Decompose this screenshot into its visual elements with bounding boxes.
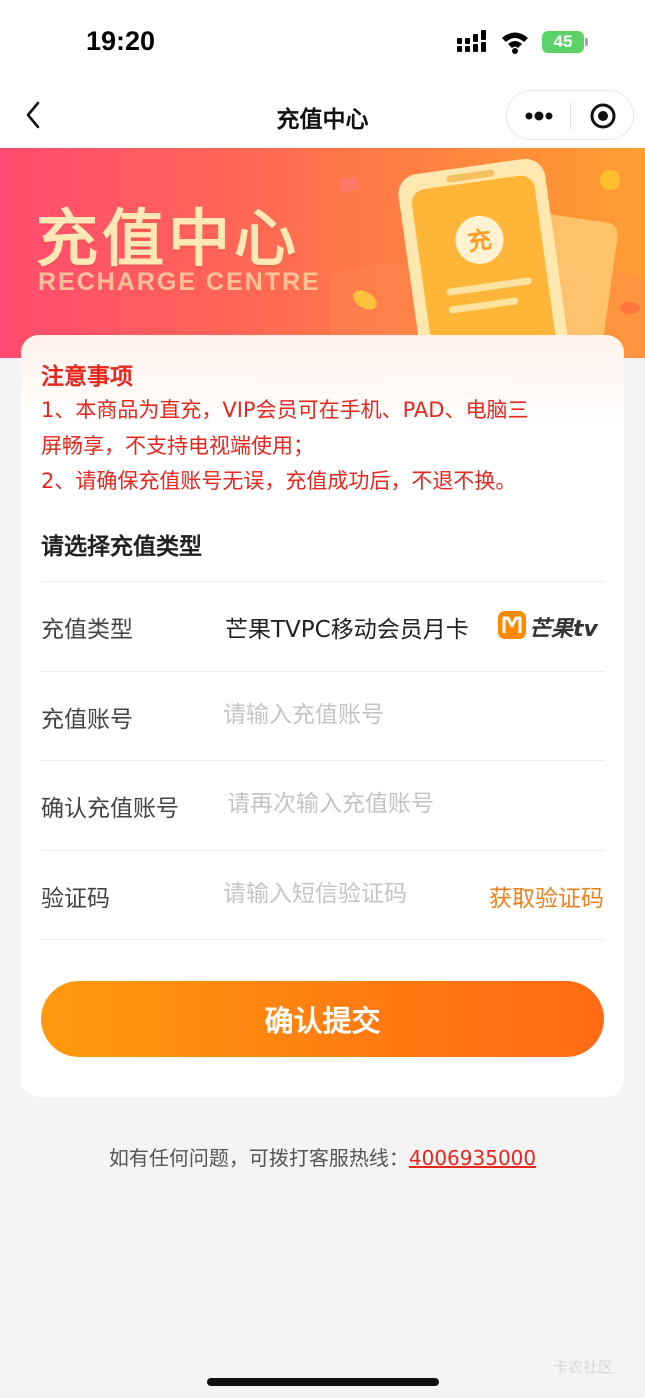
verification-code-input[interactable] [223, 871, 463, 917]
hotline-number-link[interactable]: 4006935000 [409, 1146, 536, 1170]
section-title: 请选择充值类型 [41, 534, 202, 560]
wifi-icon [502, 32, 528, 54]
account-label: 充值账号 [41, 707, 133, 733]
nav-bar: 充值中心 [0, 86, 645, 148]
recharge-type-row[interactable]: 充值类型 芒果TVPC移动会员月卡 芒果tv [41, 581, 604, 671]
recharge-card: 注意事项 1、本商品为直充，VIP会员可在手机、PAD、电脑三 屏畅享，不支持电… [21, 335, 624, 1097]
phone-illustration: 充 [330, 158, 645, 358]
hotline: 如有任何问题，可拨打客服热线：4006935000 [0, 1142, 645, 1171]
recharge-type-label: 充值类型 [41, 617, 133, 643]
verification-code-label: 验证码 [41, 886, 110, 912]
battery-icon: 45 [542, 31, 584, 53]
confirm-account-input[interactable] [227, 781, 587, 827]
confirm-account-row: 确认充值账号 [41, 760, 604, 850]
banner-title: 充值中心 [36, 202, 301, 275]
status-bar: 19:20 45 [0, 0, 645, 86]
home-indicator [207, 1378, 439, 1386]
brand-logo-text: 芒果tv [529, 617, 599, 642]
account-input[interactable] [223, 692, 583, 738]
banner: 充值中心 RECHARGE CENTRE 充 [0, 148, 645, 358]
divider [41, 939, 604, 940]
confirm-account-label: 确认充值账号 [41, 796, 179, 822]
cellular-signal-icon [457, 30, 486, 52]
notice-line: 1、本商品为直充，VIP会员可在手机、PAD、电脑三 [41, 398, 529, 422]
banner-subtitle: RECHARGE CENTRE [38, 268, 321, 296]
watermark: 卡农社区 [553, 1358, 614, 1376]
notice-title: 注意事项 [41, 364, 133, 390]
account-row: 充值账号 [41, 671, 604, 761]
recharge-type-value: 芒果TVPC移动会员月卡 [225, 617, 469, 643]
target-circle-icon[interactable] [587, 100, 619, 132]
verification-code-row: 验证码 获取验证码 [41, 850, 604, 940]
submit-button[interactable]: 确认提交 [41, 981, 604, 1057]
battery-tip [585, 38, 588, 46]
hotline-text: 如有任何问题，可拨打客服热线： [108, 1146, 409, 1170]
capsule-divider [570, 103, 571, 129]
status-time: 19:20 [86, 26, 156, 56]
notice-line: 2、请确保充值账号无误，充值成功后，不退不换。 [41, 469, 517, 493]
phone-badge-text: 充 [466, 225, 494, 256]
mango-tv-logo-icon: 芒果tv [498, 611, 599, 642]
notice-line: 屏畅享，不支持电视端使用； [41, 434, 314, 458]
get-code-button[interactable]: 获取验证码 [489, 879, 604, 913]
more-dots-icon[interactable] [521, 99, 557, 133]
mini-program-capsule [506, 90, 634, 140]
